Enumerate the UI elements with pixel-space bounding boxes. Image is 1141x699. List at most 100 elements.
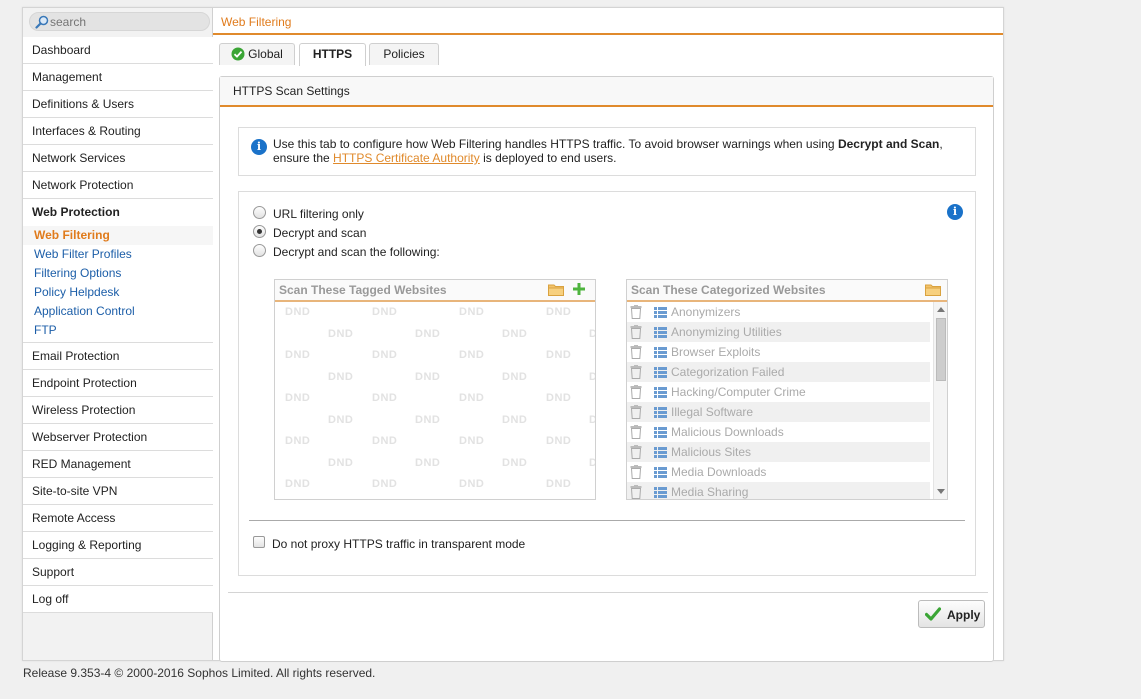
check-icon (925, 607, 941, 621)
trash-icon[interactable] (630, 465, 642, 479)
sidebar-subitem-ftp[interactable]: FTP (23, 321, 213, 340)
dnd-watermark: DND (372, 306, 398, 318)
sidebar-nav: Dashboard Management Definitions & Users… (23, 37, 213, 613)
add-plus-icon[interactable] (572, 282, 586, 296)
dnd-watermark: DND (459, 478, 485, 490)
sidebar-subitem-web-filter-profiles[interactable]: Web Filter Profiles (23, 245, 213, 264)
tab-policies[interactable]: Policies (369, 43, 439, 65)
category-list-icon (654, 347, 667, 358)
sidebar-item-wireless-protection[interactable]: Wireless Protection (23, 397, 213, 424)
category-list-icon (654, 387, 667, 398)
trash-icon[interactable] (630, 305, 642, 319)
scroll-up-arrow-icon[interactable] (937, 307, 945, 312)
scroll-thumb[interactable] (936, 318, 946, 381)
category-list-icon (654, 407, 667, 418)
folder-icon[interactable] (548, 283, 564, 296)
category-list-scrollbar[interactable] (933, 302, 947, 499)
radio-url-filtering-only[interactable] (253, 206, 266, 219)
dnd-watermark: DND (328, 456, 354, 469)
category-list-icon (654, 367, 667, 378)
categorized-websites-title-text: Scan These Categorized Websites (631, 283, 826, 297)
sidebar-item-remote-access[interactable]: Remote Access (23, 505, 213, 532)
sidebar-subitem-web-filtering[interactable]: Web Filtering (23, 226, 213, 245)
trash-icon[interactable] (630, 365, 642, 379)
sidebar-item-management[interactable]: Management (23, 64, 213, 91)
tab-https[interactable]: HTTPS (299, 43, 366, 66)
sidebar-item-definitions-users[interactable]: Definitions & Users (23, 91, 213, 118)
category-label: Media Downloads (671, 465, 767, 479)
dnd-watermark: DND (372, 478, 398, 490)
tagged-websites-title: Scan These Tagged Websites (275, 280, 595, 302)
info-text-part2: , (939, 137, 943, 151)
sidebar-item-interfaces-routing[interactable]: Interfaces & Routing (23, 118, 213, 145)
sidebar-subitem-policy-helpdesk[interactable]: Policy Helpdesk (23, 283, 213, 302)
dnd-watermark: DND (328, 370, 354, 383)
dnd-watermark: DND (459, 435, 485, 447)
trash-icon[interactable] (630, 325, 642, 339)
sidebar-item-dashboard[interactable]: Dashboard (23, 37, 213, 64)
category-list-icon (654, 487, 667, 498)
search-box[interactable] (29, 12, 210, 31)
sidebar-subitem-application-control[interactable]: Application Control (23, 302, 213, 321)
dnd-watermark: DND (328, 327, 354, 340)
help-info-icon[interactable]: i (947, 204, 963, 220)
category-list-icon (654, 427, 667, 438)
app-window: Dashboard Management Definitions & Users… (22, 7, 1004, 662)
sidebar-item-log-off[interactable]: Log off (23, 586, 213, 613)
dnd-watermark: DND (415, 456, 441, 469)
trash-icon[interactable] (630, 445, 642, 459)
dnd-watermark: DND (285, 349, 311, 361)
folder-icon[interactable] (925, 283, 941, 296)
page-header: Web Filtering (213, 8, 1003, 35)
apply-label: Apply (947, 608, 981, 622)
sidebar-item-endpoint-protection[interactable]: Endpoint Protection (23, 370, 213, 397)
dnd-watermark: DND (415, 413, 441, 426)
sidebar-item-webserver-protection[interactable]: Webserver Protection (23, 424, 213, 451)
sidebar-item-web-protection[interactable]: Web Protection (23, 199, 213, 226)
no-proxy-transparent-checkbox[interactable] (253, 536, 265, 548)
radio-label: Decrypt and scan (273, 226, 367, 240)
dnd-watermark: DND (459, 349, 485, 361)
https-ca-link[interactable]: HTTPS Certificate Authority (333, 151, 480, 165)
sidebar-item-network-services[interactable]: Network Services (23, 145, 213, 172)
radio-decrypt-and-scan[interactable] (253, 225, 266, 238)
dnd-watermark: DND (502, 456, 528, 469)
dnd-watermark: DND (415, 370, 441, 383)
sidebar-subitem-filtering-options[interactable]: Filtering Options (23, 264, 213, 283)
trash-icon[interactable] (630, 425, 642, 439)
category-label: Anonymizing Utilities (671, 325, 782, 339)
dnd-watermark: DND (328, 413, 354, 426)
https-settings-panel: HTTPS Scan Settings i Use this tab to co… (219, 76, 994, 662)
dnd-watermark: DND (546, 435, 572, 447)
search-input[interactable] (50, 14, 205, 29)
category-row: Malicious Sites (627, 442, 930, 462)
sidebar-item-email-protection[interactable]: Email Protection (23, 343, 213, 370)
category-list-icon (654, 467, 667, 478)
scroll-down-arrow-icon[interactable] (937, 489, 945, 494)
categorized-websites-list: Anonymizers Anonymizing Utilities Browser … (627, 302, 947, 499)
dnd-watermark: DND (285, 306, 311, 318)
dnd-watermark: DND (372, 349, 398, 361)
trash-icon[interactable] (630, 345, 642, 359)
sidebar-item-red-management[interactable]: RED Management (23, 451, 213, 478)
trash-icon[interactable] (630, 485, 642, 499)
sidebar-item-logging-reporting[interactable]: Logging & Reporting (23, 532, 213, 559)
dnd-watermark: DND (502, 370, 528, 383)
category-list-icon (654, 447, 667, 458)
tab-global-label: Global (248, 47, 283, 61)
sidebar-item-site-to-site-vpn[interactable]: Site-to-site VPN (23, 478, 213, 505)
footer-copyright: Release 9.353-4 © 2000-2016 Sophos Limit… (23, 666, 376, 680)
sidebar-item-support[interactable]: Support (23, 559, 213, 586)
radio-decrypt-and-scan-following[interactable] (253, 244, 266, 257)
apply-button[interactable]: Apply (918, 600, 985, 628)
tagged-websites-dropzone[interactable]: DND DND DND DND DND DND DND DND DND DND DND DND DND D… (275, 302, 595, 499)
category-list-icon (654, 327, 667, 338)
tab-global[interactable]: Global (219, 43, 295, 65)
trash-icon[interactable] (630, 405, 642, 419)
info-text: Use this tab to configure how Web Filter… (273, 137, 963, 165)
trash-icon[interactable] (630, 385, 642, 399)
sidebar-item-network-protection[interactable]: Network Protection (23, 172, 213, 199)
category-label: Illegal Software (671, 405, 754, 419)
dnd-watermark: DND (502, 413, 528, 426)
info-text-bold: Decrypt and Scan (837, 137, 940, 151)
